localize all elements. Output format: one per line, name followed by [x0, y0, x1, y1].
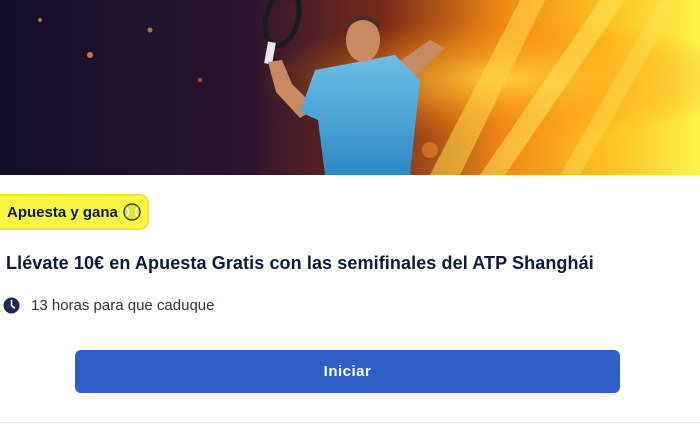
promo-expiry: 13 horas para que caduque — [3, 297, 214, 314]
promo-badge: Apuesta y gana — [0, 194, 149, 230]
promo-title: Llévate 10€ en Apuesta Gratis con las se… — [6, 253, 594, 273]
promo-hero-image — [0, 0, 700, 175]
clock-icon — [3, 297, 20, 314]
promo-expiry-text: 13 horas para que caduque — [31, 297, 215, 314]
divider — [0, 422, 700, 423]
promo-badge-label: Apuesta y gana — [7, 203, 118, 221]
start-button[interactable]: Iniciar — [75, 350, 620, 393]
tennis-ball-icon — [123, 203, 141, 221]
